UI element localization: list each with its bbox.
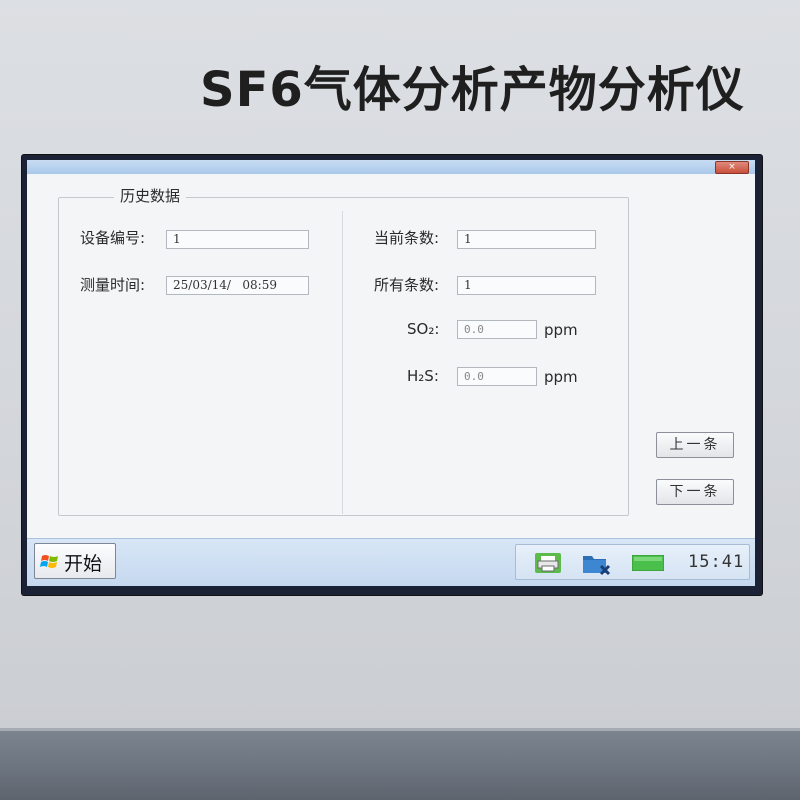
h2s-unit: ppm (544, 368, 578, 386)
measure-time-label: 测量时间: (80, 276, 146, 294)
history-window: 历史数据 设备编号: 1 测量时间: 25/03/14/ 08:59 当前条数:… (27, 174, 755, 538)
measure-time-field[interactable]: 25/03/14/ 08:59 (166, 276, 309, 295)
total-count-field[interactable]: 1 (457, 276, 596, 295)
next-record-button[interactable]: 下一条 (656, 479, 734, 505)
close-icon: × (728, 162, 736, 172)
close-button[interactable]: × (715, 161, 749, 174)
h2s-field[interactable]: 0.0 (457, 367, 537, 386)
so2-label: SO₂: (407, 320, 440, 338)
battery-icon[interactable] (632, 555, 664, 571)
so2-field[interactable]: 0.0 (457, 320, 537, 339)
panel-divider (342, 211, 343, 514)
group-title: 历史数据 (114, 185, 187, 206)
so2-unit: ppm (544, 321, 578, 339)
device-id-label: 设备编号: (80, 229, 146, 247)
printer-icon[interactable] (534, 552, 562, 574)
prev-record-button[interactable]: 上一条 (656, 432, 734, 458)
total-count-label: 所有条数: (374, 276, 440, 294)
window-titlebar: × (27, 160, 755, 174)
taskbar: 开始 15:41 (27, 538, 755, 586)
windows-logo-icon (40, 555, 58, 568)
screen: × 历史数据 设备编号: 1 测量时间: 25/03/14/ 08:59 当前条… (27, 160, 755, 586)
start-button[interactable]: 开始 (34, 543, 116, 579)
current-count-field[interactable]: 1 (457, 230, 596, 249)
h2s-label: H₂S: (407, 367, 439, 385)
system-tray: 15:41 (515, 544, 750, 580)
start-label: 开始 (64, 553, 103, 575)
folder-remove-icon[interactable] (582, 551, 612, 577)
device-bottom-band (0, 728, 800, 800)
clock: 15:41 (688, 552, 745, 572)
device-id-field[interactable]: 1 (166, 230, 309, 249)
device-title: SF6气体分析产物分析仪 (200, 62, 745, 118)
current-count-label: 当前条数: (374, 229, 440, 247)
